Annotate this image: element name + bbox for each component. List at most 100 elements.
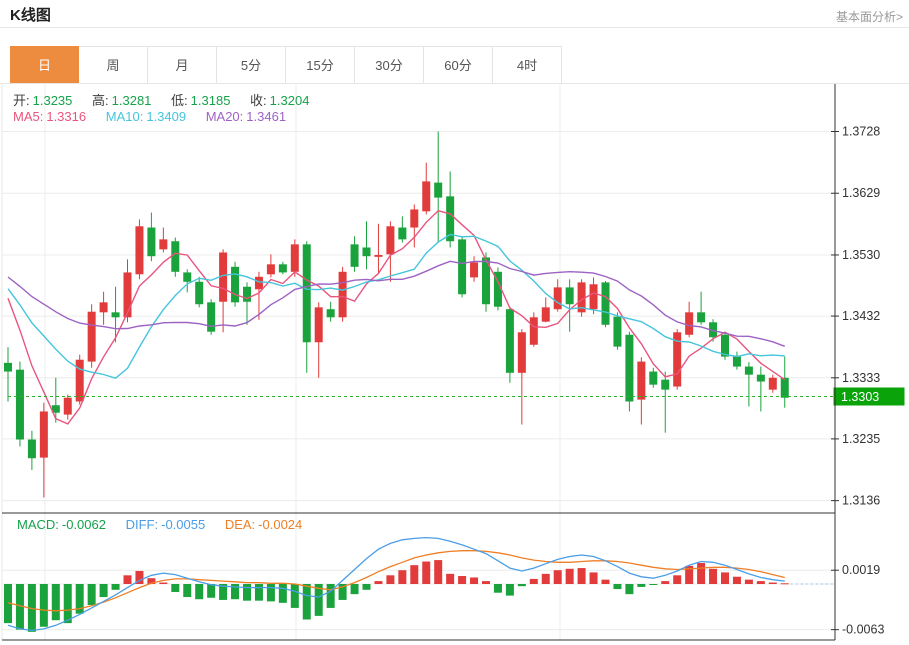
price-axis-label: 1.3136 [842, 494, 880, 508]
candle-body [112, 312, 120, 317]
kline-widget: K线图 基本面分析> 日 周 月 5分 15分 30分 60分 4时 1.330… [0, 0, 909, 645]
macd-bar [458, 576, 466, 584]
candle-body [28, 440, 36, 459]
candle-body [4, 363, 12, 372]
last-price-badge-label: 1.3303 [841, 390, 879, 404]
macd-bar [733, 577, 741, 584]
candle-body [554, 287, 562, 309]
macd-bar [112, 584, 120, 590]
macd-bar [769, 583, 777, 584]
macd-bar [351, 584, 359, 594]
macd-bar [542, 574, 550, 584]
candle-body [231, 267, 239, 303]
macd-bar [171, 584, 179, 592]
macd-bar [578, 568, 586, 584]
fundamental-analysis-link[interactable]: 基本面分析> [836, 8, 903, 25]
macd-bar [291, 584, 299, 608]
candle-body [386, 226, 394, 254]
candle-body [16, 370, 24, 440]
candle-body [661, 380, 669, 390]
candle-body [40, 411, 48, 457]
candle-body [458, 239, 466, 294]
price-axis-label: 1.3530 [842, 248, 880, 262]
candle-body [255, 277, 263, 289]
tab-month[interactable]: 月 [148, 46, 217, 84]
candle-body [566, 287, 574, 304]
candle-body [602, 282, 610, 324]
macd-bar [554, 570, 562, 584]
macd-bar [613, 584, 621, 589]
candle-body [613, 317, 621, 347]
candle-body [327, 309, 335, 317]
price-axis-label: 1.3629 [842, 186, 880, 200]
macd-bar [124, 575, 132, 584]
header-divider [0, 27, 909, 28]
candle-body [351, 244, 359, 266]
tab-60min[interactable]: 60分 [424, 46, 493, 84]
macd-bar [602, 580, 610, 584]
macd-bar [303, 584, 311, 620]
candle-body [422, 181, 430, 211]
macd-axis-label: 0.0019 [842, 563, 880, 577]
candle-body [171, 241, 179, 272]
candle-body [781, 378, 789, 398]
macd-bar [52, 584, 60, 620]
macd-bar [709, 569, 717, 584]
candle-body [207, 302, 215, 331]
macd-bar [446, 574, 454, 584]
tab-4hour[interactable]: 4时 [493, 46, 562, 84]
candle-body [697, 312, 705, 322]
macd-bar [267, 584, 275, 601]
tab-day[interactable]: 日 [10, 46, 79, 84]
price-axis-label: 1.3432 [842, 309, 880, 323]
page-title: K线图 [10, 4, 51, 25]
macd-bar [100, 584, 108, 597]
candle-body [243, 287, 251, 302]
macd-bar [434, 560, 442, 584]
price-axis-label: 1.3728 [842, 125, 880, 139]
tab-week[interactable]: 周 [79, 46, 148, 84]
macd-bar [494, 584, 502, 593]
candle-body [649, 372, 657, 385]
candle-body [733, 357, 741, 367]
macd-bar [781, 583, 789, 584]
candle-body [88, 312, 96, 362]
macd-bar [590, 572, 598, 584]
macd-bar [183, 584, 191, 597]
macd-bar [88, 584, 96, 605]
candle-body [685, 312, 693, 334]
macd-bar [757, 581, 765, 584]
macd-bar [159, 583, 167, 584]
candle-body [363, 247, 371, 256]
candle-body [135, 226, 143, 274]
tab-5min[interactable]: 5分 [217, 46, 286, 84]
candle-body [637, 362, 645, 400]
macd-bar [374, 581, 382, 584]
candle-body [434, 183, 442, 198]
candle-body [374, 255, 382, 257]
macd-bar [64, 584, 72, 623]
price-axis-label: 1.3235 [842, 432, 880, 446]
macd-bar [506, 584, 514, 596]
candle-body [303, 244, 311, 342]
candle-body [267, 264, 275, 274]
macd-bar [255, 584, 263, 601]
candle-body [745, 367, 753, 375]
tab-15min[interactable]: 15分 [286, 46, 355, 84]
macd-bar [398, 570, 406, 584]
macd-bar [697, 563, 705, 584]
macd-bar [40, 584, 48, 627]
tab-30min[interactable]: 30分 [355, 46, 424, 84]
candle-body [625, 335, 633, 402]
macd-bar [195, 584, 203, 599]
chart-svg[interactable]: 1.33031.37281.36291.35301.34321.33331.32… [0, 84, 909, 645]
candle-body [339, 272, 347, 318]
macd-bar [386, 575, 394, 584]
candle-body [279, 264, 287, 272]
candle-body [398, 228, 406, 240]
macd-bar [279, 584, 287, 603]
candle-body [147, 228, 155, 257]
candle-body [100, 302, 108, 312]
macd-bar [745, 580, 753, 584]
macd-bar [661, 581, 669, 584]
